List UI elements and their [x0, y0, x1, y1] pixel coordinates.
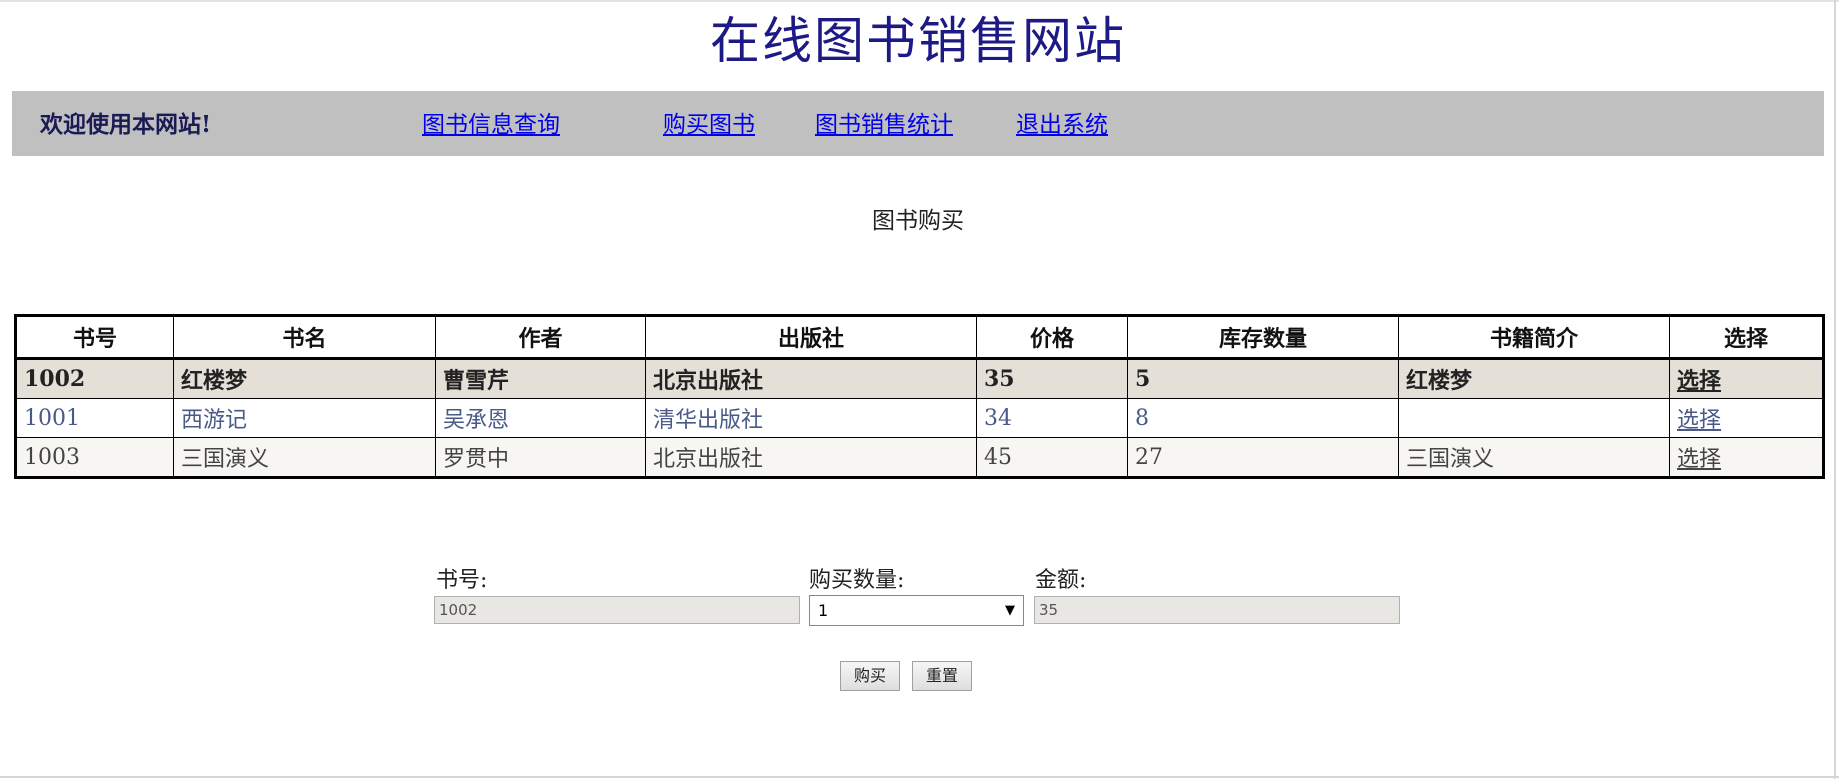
cell-publisher: 清华出版社 [645, 398, 977, 438]
cell-publisher: 北京出版社 [645, 437, 977, 478]
cell-price: 34 [976, 398, 1128, 438]
table-header-row: 书号 书名 作者 出版社 价格 库存数量 书籍简介 选择 [15, 315, 1824, 360]
cell-select: 选择 [1669, 398, 1824, 438]
cell-price: 35 [976, 358, 1128, 399]
cell-stock: 8 [1127, 398, 1399, 438]
book-id-field[interactable]: 1002 [434, 596, 800, 624]
select-link[interactable]: 选择 [1677, 368, 1721, 394]
select-link[interactable]: 选择 [1677, 408, 1721, 433]
cell-description: 红楼梦 [1398, 358, 1670, 399]
header-publisher: 出版社 [645, 315, 977, 360]
nav-link-buy-books[interactable]: 购买图书 [663, 111, 755, 139]
cell-book-name: 红楼梦 [173, 358, 436, 399]
cell-description: 三国演义 [1398, 437, 1670, 478]
amount-field[interactable]: 35 [1034, 596, 1400, 624]
quantity-label: 购买数量: [809, 568, 905, 593]
quantity-select-value: 1 [818, 601, 829, 620]
nav-link-logout[interactable]: 退出系统 [1016, 111, 1108, 139]
quantity-select[interactable]: 1 ▼ [809, 595, 1024, 626]
header-author: 作者 [435, 315, 646, 360]
table-row: 1003 三国演义 罗贯中 北京出版社 45 27 三国演义 选择 [15, 437, 1824, 478]
navbar: 欢迎使用本网站! 图书信息查询 购买图书 图书销售统计 退出系统 [12, 91, 1824, 156]
cell-author: 吴承恩 [435, 398, 646, 438]
nav-link-book-query[interactable]: 图书信息查询 [422, 111, 560, 139]
header-stock: 库存数量 [1127, 315, 1399, 360]
select-link[interactable]: 选择 [1677, 447, 1721, 472]
table-row: 1002 红楼梦 曹雪芹 北京出版社 35 5 红楼梦 选择 [15, 358, 1824, 399]
cell-price: 45 [976, 437, 1128, 478]
chevron-down-icon: ▼ [1005, 603, 1015, 618]
amount-label: 金额: [1035, 568, 1087, 593]
cell-author: 曹雪芹 [435, 358, 646, 399]
top-border [0, 0, 1839, 2]
page-bottom-edge [0, 776, 1839, 778]
buy-button[interactable]: 购买 [840, 661, 900, 691]
header-book-name: 书名 [173, 315, 436, 360]
page-scroll-edge [1834, 0, 1836, 779]
cell-select: 选择 [1669, 358, 1824, 399]
cell-stock: 5 [1127, 358, 1399, 399]
header-select: 选择 [1669, 315, 1824, 360]
cell-description [1398, 398, 1670, 438]
nav-link-sales-stats[interactable]: 图书销售统计 [815, 111, 953, 139]
cell-book-id: 1002 [15, 358, 174, 399]
cell-book-id: 1003 [15, 437, 174, 478]
reset-button[interactable]: 重置 [912, 661, 972, 691]
header-book-id: 书号 [15, 315, 174, 360]
header-price: 价格 [976, 315, 1128, 360]
cell-book-name: 西游记 [173, 398, 436, 438]
cell-select: 选择 [1669, 437, 1824, 478]
cell-book-name: 三国演义 [173, 437, 436, 478]
page-title: 图书购买 [872, 208, 964, 234]
book-id-label: 书号: [436, 568, 488, 593]
site-title: 在线图书销售网站 [710, 12, 1126, 70]
header-description: 书籍简介 [1398, 315, 1670, 360]
cell-book-id: 1001 [15, 398, 174, 438]
books-table: 书号 书名 作者 出版社 价格 库存数量 书籍简介 选择 1002 红楼梦 曹雪… [14, 314, 1825, 479]
cell-stock: 27 [1127, 437, 1399, 478]
table-row: 1001 西游记 吴承恩 清华出版社 34 8 选择 [15, 398, 1824, 438]
cell-publisher: 北京出版社 [645, 358, 977, 399]
cell-author: 罗贯中 [435, 437, 646, 478]
welcome-text: 欢迎使用本网站! [40, 111, 212, 138]
